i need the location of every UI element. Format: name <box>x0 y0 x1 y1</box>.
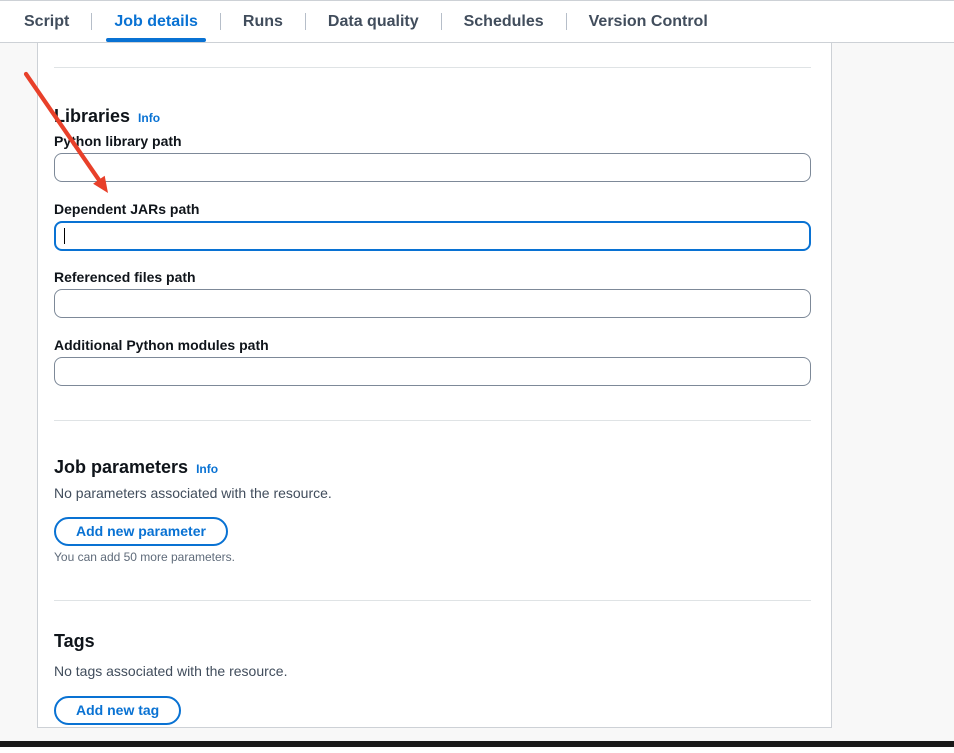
referenced-files-path-inputwrap <box>54 289 811 318</box>
dependent-jars-path-input[interactable] <box>54 221 811 251</box>
tags-heading: Tags <box>54 630 95 652</box>
python-library-path-label: Python library path <box>54 132 811 150</box>
additional-python-modules-path-input[interactable] <box>54 357 811 386</box>
tags-empty-text: No tags associated with the resource. <box>54 662 811 680</box>
python-library-path-input[interactable] <box>54 153 811 182</box>
referenced-files-path-input[interactable] <box>54 289 811 318</box>
section-divider <box>54 600 811 601</box>
work-area: Libraries Info Python library path Depen… <box>0 43 954 741</box>
section-divider <box>54 67 811 68</box>
tab-job-details[interactable]: Job details <box>92 1 220 42</box>
referenced-files-path-label: Referenced files path <box>54 268 811 286</box>
libraries-info-link[interactable]: Info <box>138 111 160 125</box>
libraries-heading: Libraries <box>54 105 130 127</box>
add-new-parameter-button[interactable]: Add new parameter <box>54 517 228 546</box>
tab-label: Job details <box>114 13 198 31</box>
tags-section-header: Tags <box>54 630 811 652</box>
tab-schedules[interactable]: Schedules <box>442 1 566 42</box>
job-parameters-helper-text: You can add 50 more parameters. <box>54 550 811 565</box>
tab-runs[interactable]: Runs <box>221 1 305 42</box>
libraries-section-header: Libraries Info <box>54 105 811 127</box>
additional-python-modules-path-inputwrap <box>54 357 811 386</box>
add-new-tag-button[interactable]: Add new tag <box>54 696 181 725</box>
tab-bar: Script Job details Runs Data quality Sch… <box>0 1 954 43</box>
section-divider <box>54 420 811 421</box>
job-parameters-info-link[interactable]: Info <box>196 462 218 476</box>
job-parameters-heading: Job parameters <box>54 456 188 478</box>
dependent-jars-path-label: Dependent JARs path <box>54 200 811 218</box>
content-panel: Libraries Info Python library path Depen… <box>37 43 832 728</box>
tab-version-control[interactable]: Version Control <box>567 1 730 42</box>
python-library-path-inputwrap <box>54 153 811 182</box>
window-bottom-edge-bar <box>0 741 954 747</box>
job-parameters-section-header: Job parameters Info <box>54 456 811 478</box>
job-parameters-empty-text: No parameters associated with the resour… <box>54 484 811 502</box>
text-cursor <box>64 228 65 244</box>
tab-label: Script <box>24 13 69 31</box>
tab-label: Data quality <box>328 13 419 31</box>
tab-data-quality[interactable]: Data quality <box>306 1 441 42</box>
tab-script[interactable]: Script <box>2 1 91 42</box>
tab-label: Schedules <box>464 13 544 31</box>
glue-job-details-screen: Script Job details Runs Data quality Sch… <box>0 0 954 753</box>
tab-label: Runs <box>243 13 283 31</box>
additional-python-modules-path-label: Additional Python modules path <box>54 336 811 354</box>
dependent-jars-path-inputwrap <box>54 221 811 251</box>
tab-label: Version Control <box>589 13 708 31</box>
